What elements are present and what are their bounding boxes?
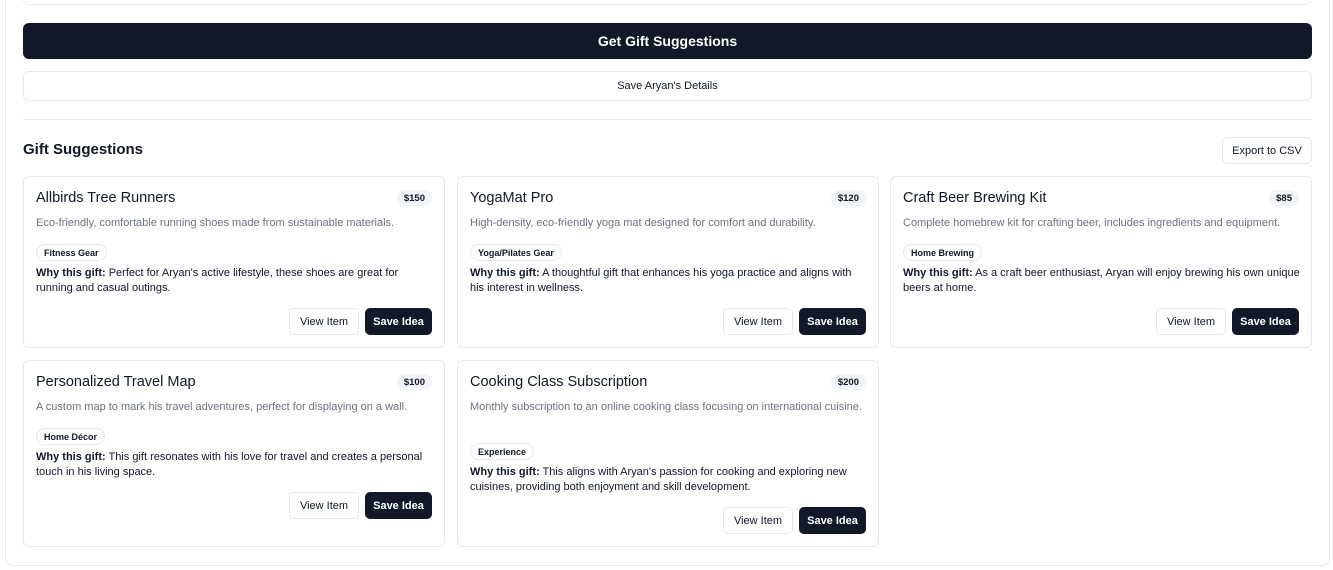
gift-card: Craft Beer Brewing Kit $85 Complete home… bbox=[890, 176, 1312, 348]
previous-field[interactable] bbox=[23, 0, 1312, 5]
gift-reason: Why this gift: This aligns with Aryan's … bbox=[470, 465, 868, 495]
gift-description: Eco-friendly, comfortable running shoes … bbox=[36, 217, 395, 229]
gift-reason: Why this gift: A thoughtful gift that en… bbox=[470, 266, 868, 296]
why-label: Why this gift: bbox=[903, 267, 973, 279]
view-item-button[interactable]: View Item bbox=[723, 507, 793, 534]
price-badge: $200 bbox=[830, 374, 866, 390]
section-divider bbox=[23, 119, 1312, 120]
gift-description: A custom map to mark his travel adventur… bbox=[36, 401, 408, 413]
save-idea-button[interactable]: Save Idea bbox=[1232, 308, 1299, 335]
save-idea-button[interactable]: Save Idea bbox=[799, 308, 866, 335]
gift-suggestions-heading: Gift Suggestions bbox=[23, 141, 143, 158]
gift-reason: Why this gift: Perfect for Aryan's activ… bbox=[36, 266, 434, 296]
gift-card: Personalized Travel Map $100 A custom ma… bbox=[23, 360, 445, 547]
why-label: Why this gift: bbox=[36, 451, 106, 463]
category-tag: Fitness Gear bbox=[36, 244, 107, 261]
view-item-button[interactable]: View Item bbox=[289, 492, 359, 519]
gift-name: Cooking Class Subscription bbox=[470, 374, 648, 390]
gift-description: Complete homebrew kit for crafting beer,… bbox=[903, 217, 1281, 229]
view-item-button[interactable]: View Item bbox=[723, 308, 793, 335]
save-idea-button[interactable]: Save Idea bbox=[365, 308, 432, 335]
gift-name: YogaMat Pro bbox=[470, 190, 554, 206]
gift-name: Personalized Travel Map bbox=[36, 374, 196, 390]
price-badge: $100 bbox=[396, 374, 432, 390]
gift-reason: Why this gift: As a craft beer enthusias… bbox=[903, 266, 1301, 296]
view-item-button[interactable]: View Item bbox=[1156, 308, 1226, 335]
export-csv-button[interactable]: Export to CSV bbox=[1222, 137, 1312, 164]
gift-name: Allbirds Tree Runners bbox=[36, 190, 176, 206]
gift-name: Craft Beer Brewing Kit bbox=[903, 190, 1047, 206]
gift-description: High-density, eco-friendly yoga mat desi… bbox=[470, 217, 816, 229]
why-label: Why this gift: bbox=[470, 466, 540, 478]
view-item-button[interactable]: View Item bbox=[289, 308, 359, 335]
why-label: Why this gift: bbox=[470, 267, 540, 279]
save-details-button[interactable]: Save Aryan's Details bbox=[23, 71, 1312, 101]
category-tag: Experience bbox=[470, 443, 535, 460]
category-tag: Home Décor bbox=[36, 428, 106, 445]
price-badge: $150 bbox=[396, 190, 432, 206]
category-tag: Home Brewing bbox=[903, 244, 983, 261]
price-badge: $85 bbox=[1269, 190, 1299, 206]
gift-card: YogaMat Pro $120 High-density, eco-frien… bbox=[457, 176, 879, 348]
save-idea-button[interactable]: Save Idea bbox=[365, 492, 432, 519]
gift-card: Allbirds Tree Runners $150 Eco-friendly,… bbox=[23, 176, 445, 348]
price-badge: $120 bbox=[830, 190, 866, 206]
why-label: Why this gift: bbox=[36, 267, 106, 279]
category-tag: Yoga/Pilates Gear bbox=[470, 244, 562, 261]
get-gift-suggestions-button[interactable]: Get Gift Suggestions bbox=[23, 23, 1312, 59]
gift-card: Cooking Class Subscription $200 Monthly … bbox=[457, 360, 879, 547]
save-idea-button[interactable]: Save Idea bbox=[799, 507, 866, 534]
gift-reason: Why this gift: This gift resonates with … bbox=[36, 450, 434, 480]
gift-description: Monthly subscription to an online cookin… bbox=[470, 401, 862, 413]
